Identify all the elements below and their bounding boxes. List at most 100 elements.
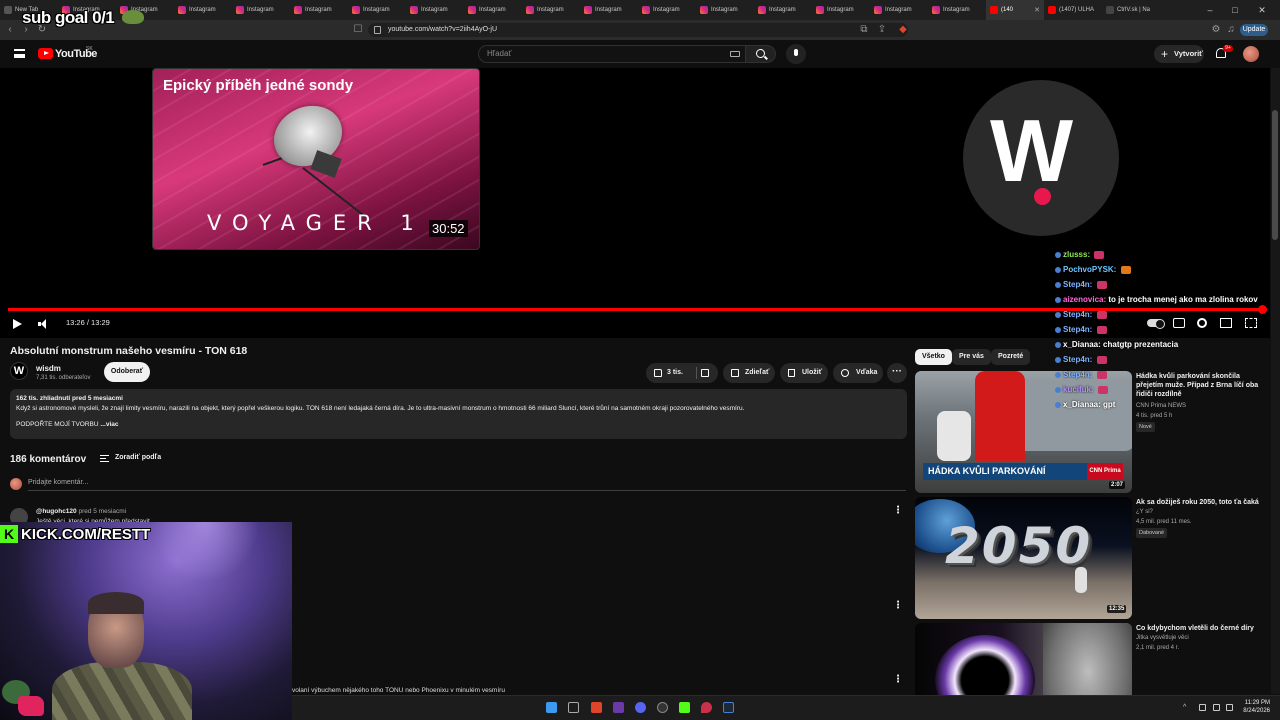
recommended-thumbnail[interactable]: 2050 12:35: [915, 497, 1132, 619]
search-button[interactable]: [746, 45, 776, 63]
maps-pin-icon[interactable]: [701, 702, 712, 713]
chip-for-you[interactable]: Pre vás: [952, 349, 991, 365]
browser-tab[interactable]: (140 ✕: [986, 0, 1044, 20]
recommended-channel[interactable]: ¿Y si?: [1136, 508, 1268, 517]
sort-button[interactable]: Zoradiť podľa: [115, 454, 161, 461]
instagram-favicon-icon: [294, 6, 302, 14]
task-view-icon[interactable]: [568, 702, 579, 713]
scrollbar-thumb[interactable]: [1272, 110, 1278, 240]
show-more-link[interactable]: ...viac: [100, 421, 118, 428]
update-button[interactable]: Update: [1240, 24, 1268, 36]
chat-badge-icon: [1055, 281, 1061, 288]
chat-message: PochvoPYSK:: [1055, 263, 1275, 276]
browser-tab[interactable]: Instagram: [928, 0, 986, 20]
close-window-icon[interactable]: ✕: [1252, 0, 1272, 20]
browser-tab[interactable]: Instagram: [638, 0, 696, 20]
thumbs-down-icon[interactable]: [701, 369, 709, 377]
browser-tab[interactable]: Instagram: [348, 0, 406, 20]
share-button[interactable]: Zdieľať: [723, 363, 775, 383]
tab-label: Instagram: [827, 7, 854, 13]
chat-username: PochvoPYSK:: [1063, 265, 1117, 274]
youtube-logo-icon[interactable]: [38, 48, 53, 59]
taskbar-clock[interactable]: 11:29 PM 8/24/2026: [1240, 699, 1270, 715]
comment-menu-icon[interactable]: ⋮: [893, 675, 903, 685]
steam-icon[interactable]: [723, 702, 734, 713]
subscribed-button[interactable]: Odoberať: [104, 362, 150, 382]
channel-endscreen-logo[interactable]: W: [963, 80, 1119, 236]
browser-tab[interactable]: Instagram: [580, 0, 638, 20]
extensions-icon[interactable]: ⚙: [1210, 24, 1222, 36]
obs-icon[interactable]: [613, 702, 624, 713]
create-button[interactable]: + Vytvoriť: [1154, 45, 1204, 63]
search-input[interactable]: Hľadať: [478, 45, 746, 63]
maximize-icon[interactable]: □: [1225, 0, 1245, 20]
channel-avatar[interactable]: W: [10, 362, 28, 380]
thanks-icon: [841, 369, 849, 377]
tab-label: (140: [1001, 7, 1014, 13]
channel-name[interactable]: wisdm: [36, 364, 61, 373]
sort-icon[interactable]: [100, 455, 109, 462]
chat-message: Step4n:: [1055, 308, 1275, 321]
browser-tab-strip: New Tab Instagram Instagram Instagram Instag…: [0, 0, 1280, 20]
back-icon[interactable]: ‹: [4, 24, 16, 36]
speaker-icon[interactable]: [1226, 704, 1233, 711]
like-button[interactable]: 3 tis.: [646, 363, 718, 383]
brave-browser-icon[interactable]: [591, 702, 602, 713]
tray-chevron-icon[interactable]: ^: [1183, 704, 1190, 711]
recommended-channel[interactable]: Jitka vysvětluje věci: [1136, 634, 1268, 643]
add-comment-input[interactable]: Pridajte komentár...: [28, 479, 906, 491]
comment-menu-icon[interactable]: ⋮: [893, 506, 903, 516]
minimize-icon[interactable]: –: [1200, 0, 1220, 20]
chip-all[interactable]: Všetko: [915, 349, 952, 365]
browser-tab[interactable]: Instagram: [754, 0, 812, 20]
recommended-title[interactable]: Ak sa dožiješ roku 2050, toto ťa čaká: [1136, 498, 1268, 507]
browser-tab[interactable]: Instagram: [464, 0, 522, 20]
country-code: SK: [86, 46, 93, 52]
brave-shield-icon[interactable]: ◆: [897, 24, 909, 36]
account-avatar[interactable]: [1243, 46, 1259, 62]
recommended-title[interactable]: Co kdybychom vletěli do černé díry: [1136, 624, 1268, 633]
translate-icon[interactable]: ⧉: [858, 24, 870, 36]
kick-logo-icon: K: [0, 525, 18, 543]
save-button[interactable]: Uložiť: [780, 363, 828, 383]
browser-tab[interactable]: Instagram: [232, 0, 290, 20]
discord-icon[interactable]: [635, 702, 646, 713]
browser-tab[interactable]: Instagram: [290, 0, 348, 20]
browser-tab[interactable]: Instagram: [812, 0, 870, 20]
browser-tab[interactable]: Instagram: [406, 0, 464, 20]
network-icon[interactable]: [1213, 704, 1220, 711]
tab-label: Instagram: [537, 7, 564, 13]
comment-author[interactable]: @hugohc120 pred 5 mesiacmi: [36, 508, 126, 515]
browser-tab[interactable]: Instagram: [174, 0, 232, 20]
my-avatar: [10, 478, 22, 490]
comment-time: pred 5 mesiacmi: [78, 508, 127, 515]
comment-menu-icon[interactable]: ⋮: [893, 601, 903, 611]
media-icon[interactable]: ♫: [1225, 24, 1237, 36]
volume-icon[interactable]: [38, 319, 50, 329]
bookmark-icon[interactable]: ☐: [352, 24, 364, 36]
browser-tab[interactable]: CtrlV.sk | Na: [1102, 0, 1160, 20]
url-field[interactable]: youtube.com/watch?v=2iih4AyO-jU: [368, 23, 908, 37]
thanks-button[interactable]: Vďaka: [833, 363, 883, 383]
browser-tab[interactable]: (1407) ULHA: [1044, 0, 1102, 20]
chat-username: x_Dianaa:: [1063, 340, 1101, 349]
mic-tray-icon[interactable]: [1199, 704, 1206, 711]
kick-icon[interactable]: [679, 702, 690, 713]
more-actions-button[interactable]: ···: [887, 363, 907, 383]
share-page-icon[interactable]: ⇪: [876, 24, 888, 36]
chrome-icon[interactable]: [657, 702, 668, 713]
browser-tab[interactable]: Instagram: [696, 0, 754, 20]
close-tab-icon[interactable]: ✕: [1034, 6, 1040, 14]
keyboard-icon[interactable]: [730, 51, 740, 57]
voice-search-button[interactable]: [786, 44, 806, 64]
comment-author-name[interactable]: @hugohc120: [36, 508, 77, 515]
browser-tab[interactable]: Instagram: [522, 0, 580, 20]
description-box[interactable]: 162 tis. zhliadnutí pred 5 mesiacmi Když…: [10, 389, 907, 439]
play-icon[interactable]: [13, 319, 22, 329]
endscreen-video-card[interactable]: Epický příběh jedné sondy VOYAGER 1 30:5…: [152, 68, 480, 250]
menu-icon[interactable]: [14, 49, 25, 58]
browser-tab[interactable]: Instagram: [870, 0, 928, 20]
chat-username: Step4n:: [1063, 370, 1093, 379]
chip-watched[interactable]: Pozreté: [991, 349, 1031, 365]
windows-start-icon[interactable]: [546, 702, 557, 713]
